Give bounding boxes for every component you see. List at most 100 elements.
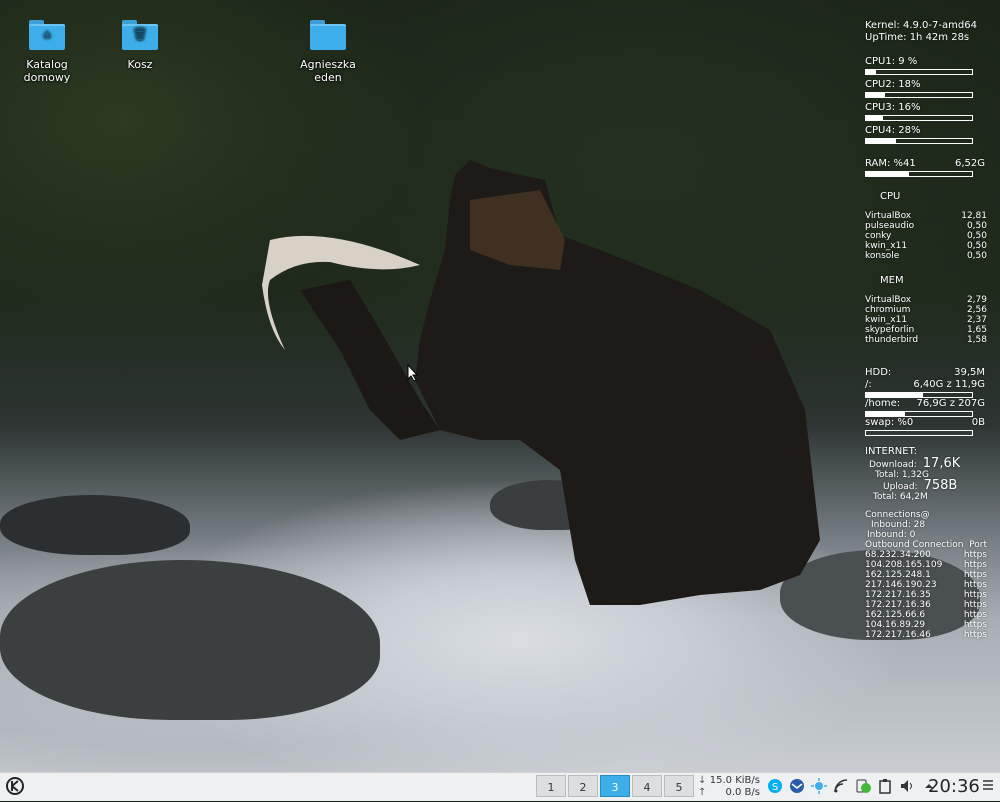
home-fs-label: /home: <box>865 398 901 409</box>
network-speed-monitor[interactable]: ↓ 15.0 KiB/s ↑ 0.0 B/s <box>698 775 760 799</box>
hdd-value: 39,5M <box>954 367 985 378</box>
ram-value: 6,52G <box>954 158 985 169</box>
cpu-usage-item: CPU2: 18% <box>865 79 985 98</box>
process-row: chromium 2,56 <box>865 305 987 315</box>
upload-label: Upload: <box>883 482 918 492</box>
desktop-5-button[interactable]: 5 <box>664 775 694 797</box>
bear-illustration <box>262 160 820 605</box>
kde-logo-icon[interactable] <box>4 776 26 798</box>
cpu-usage-bar <box>865 138 973 144</box>
ram-label: RAM: %41 <box>865 158 916 169</box>
connection-row: 162.125.66.6 https <box>865 610 987 620</box>
desktop-wallpaper <box>0 0 1000 772</box>
desktop-3-button[interactable]: 3 <box>600 775 630 797</box>
download-arrow-icon: ↓ <box>698 775 707 786</box>
ram-usage: RAM: %41 6,52G <box>865 158 985 177</box>
cpu-procs-header: CPU <box>880 191 901 202</box>
clipboard-icon[interactable] <box>876 777 894 795</box>
connection-row: 172.217.16.36 https <box>865 600 987 610</box>
desktop-icon-home[interactable]: ⌂ Katalog domowy <box>2 20 92 84</box>
trash-folder-icon: 🗑 <box>122 20 158 50</box>
connection-row: 172.217.16.35 https <box>865 590 987 600</box>
connection-row: 172.217.16.46 https <box>865 630 987 640</box>
kernel-info: Kernel: 4.9.0-7-amd64 <box>865 20 977 31</box>
desktop-2-button[interactable]: 2 <box>568 775 598 797</box>
cpu-label: CPU2: 18% <box>865 79 921 90</box>
process-row: kwin_x11 0,50 <box>865 241 987 251</box>
cpu-usage-item: CPU4: 28% <box>865 125 985 144</box>
swap-value: 0B <box>971 417 985 428</box>
uptime-info: UpTime: 1h 42m 28s <box>865 32 970 43</box>
connection-row: 217.146.190.23 https <box>865 580 987 590</box>
disk-usage: HDD: 39,5M /: 6,40G z 11,9G /home: 76,9G z … <box>865 367 985 436</box>
cpu-usage-bar <box>865 92 973 98</box>
upload-total: Total: 64,2M <box>873 492 928 502</box>
svg-text:S: S <box>772 782 778 793</box>
desktop-1-button[interactable]: 1 <box>536 775 566 797</box>
root-fs-value: 6,40G z 11,9G <box>913 379 985 390</box>
home-fs-bar <box>865 411 973 417</box>
inbound-count-2: Inbound: 0 <box>867 530 916 540</box>
desktop-icon-label: Agnieszka eden <box>300 58 356 84</box>
cpu-label: CPU4: 28% <box>865 125 921 136</box>
inbound-count: Inbound: 28 <box>871 520 926 530</box>
connection-row: 162.125.248.1 https <box>865 570 987 580</box>
wifi-icon[interactable] <box>832 777 850 795</box>
process-row: konsole 0,50 <box>865 251 987 261</box>
mem-process-list: VirtualBox 2,79 chromium 2,56 kwin_x11 2,37… <box>865 295 987 345</box>
process-row: kwin_x11 2,37 <box>865 315 987 325</box>
hdd-label: HDD: <box>865 367 892 378</box>
download-value: 17,6K <box>922 456 961 471</box>
virtual-desktop-pager: 1 2 3 4 5 <box>536 775 696 799</box>
home-fs-value: 76,9G z 207G <box>916 398 985 409</box>
desktop-icon-trash[interactable]: 🗑 Kosz <box>95 20 185 71</box>
connection-row: 68.232.34.200 https <box>865 550 987 560</box>
connections-panel: Connections@ Inbound: 28 Inbound: 0 Outb… <box>865 510 987 640</box>
process-row: VirtualBox 2,79 <box>865 295 987 305</box>
skype-icon[interactable]: S <box>766 777 784 795</box>
desktop-icon-folder[interactable]: Agnieszka eden <box>283 20 373 84</box>
cpu-usage-item: CPU1: 9 % <box>865 56 985 75</box>
internet-stats: INTERNET: Download: 17,6K Total: 1,32G U… <box>865 446 985 502</box>
home-folder-icon: ⌂ <box>29 20 65 50</box>
desktop-icon-label: Kosz <box>127 58 153 71</box>
root-fs-bar <box>865 392 973 398</box>
kdeconnect-icon[interactable] <box>854 777 872 795</box>
cpu-usage-bar <box>865 115 973 121</box>
ram-usage-bar <box>865 171 973 177</box>
cpu-usage-list: CPU1: 9 % CPU2: 18% CPU3: 16% CPU4: 28% <box>865 56 985 144</box>
process-row: VirtualBox 12,81 <box>865 211 987 221</box>
process-row: skypeforlin 1,65 <box>865 325 987 335</box>
cpu-usage-item: CPU3: 16% <box>865 102 985 121</box>
net-up-speed: 0.0 B/s <box>725 787 760 798</box>
cpu-label: CPU3: 16% <box>865 102 921 113</box>
cpu-label: CPU1: 9 % <box>865 56 918 67</box>
mem-procs-header: MEM <box>880 275 904 286</box>
desktop-icon-label: Katalog domowy <box>23 58 71 84</box>
thunderbird-icon[interactable] <box>788 777 806 795</box>
clock[interactable]: 20:36 <box>928 776 980 798</box>
volume-icon[interactable] <box>898 777 916 795</box>
connections-title: Connections@ <box>865 510 930 520</box>
net-down-speed: 15.0 KiB/s <box>709 775 760 786</box>
cpu-usage-bar <box>865 69 973 75</box>
upload-value: 758B <box>923 478 958 493</box>
swap-bar <box>865 430 973 436</box>
download-label: Download: <box>869 460 917 470</box>
connection-list: 68.232.34.200 https 104.208.165.109 https … <box>865 550 987 640</box>
connection-row: 104.16.89.29 https <box>865 620 987 630</box>
process-row: pulseaudio 0,50 <box>865 221 987 231</box>
process-row: conky 0,50 <box>865 231 987 241</box>
weather-sun-icon[interactable] <box>810 777 828 795</box>
swap-label: swap: %0 <box>865 417 914 428</box>
hamburger-menu-icon[interactable] <box>982 779 994 795</box>
system-tray: S <box>766 777 938 795</box>
connection-row: 104.208.165.109 https <box>865 560 987 570</box>
taskbar: 1 2 3 4 5 ↓ 15.0 KiB/s ↑ 0.0 B/s S 20:36 <box>0 772 1000 801</box>
conky-system-monitor: Kernel: 4.9.0-7-amd64 UpTime: 1h 42m 28s… <box>865 20 987 640</box>
upload-arrow-icon: ↑ <box>698 787 707 798</box>
root-fs-label: /: <box>865 379 872 390</box>
desktop-4-button[interactable]: 4 <box>632 775 662 797</box>
cpu-process-list: VirtualBox 12,81 pulseaudio 0,50 conky 0,50… <box>865 211 987 261</box>
connections-header: Outbound Connection Port <box>865 540 987 550</box>
